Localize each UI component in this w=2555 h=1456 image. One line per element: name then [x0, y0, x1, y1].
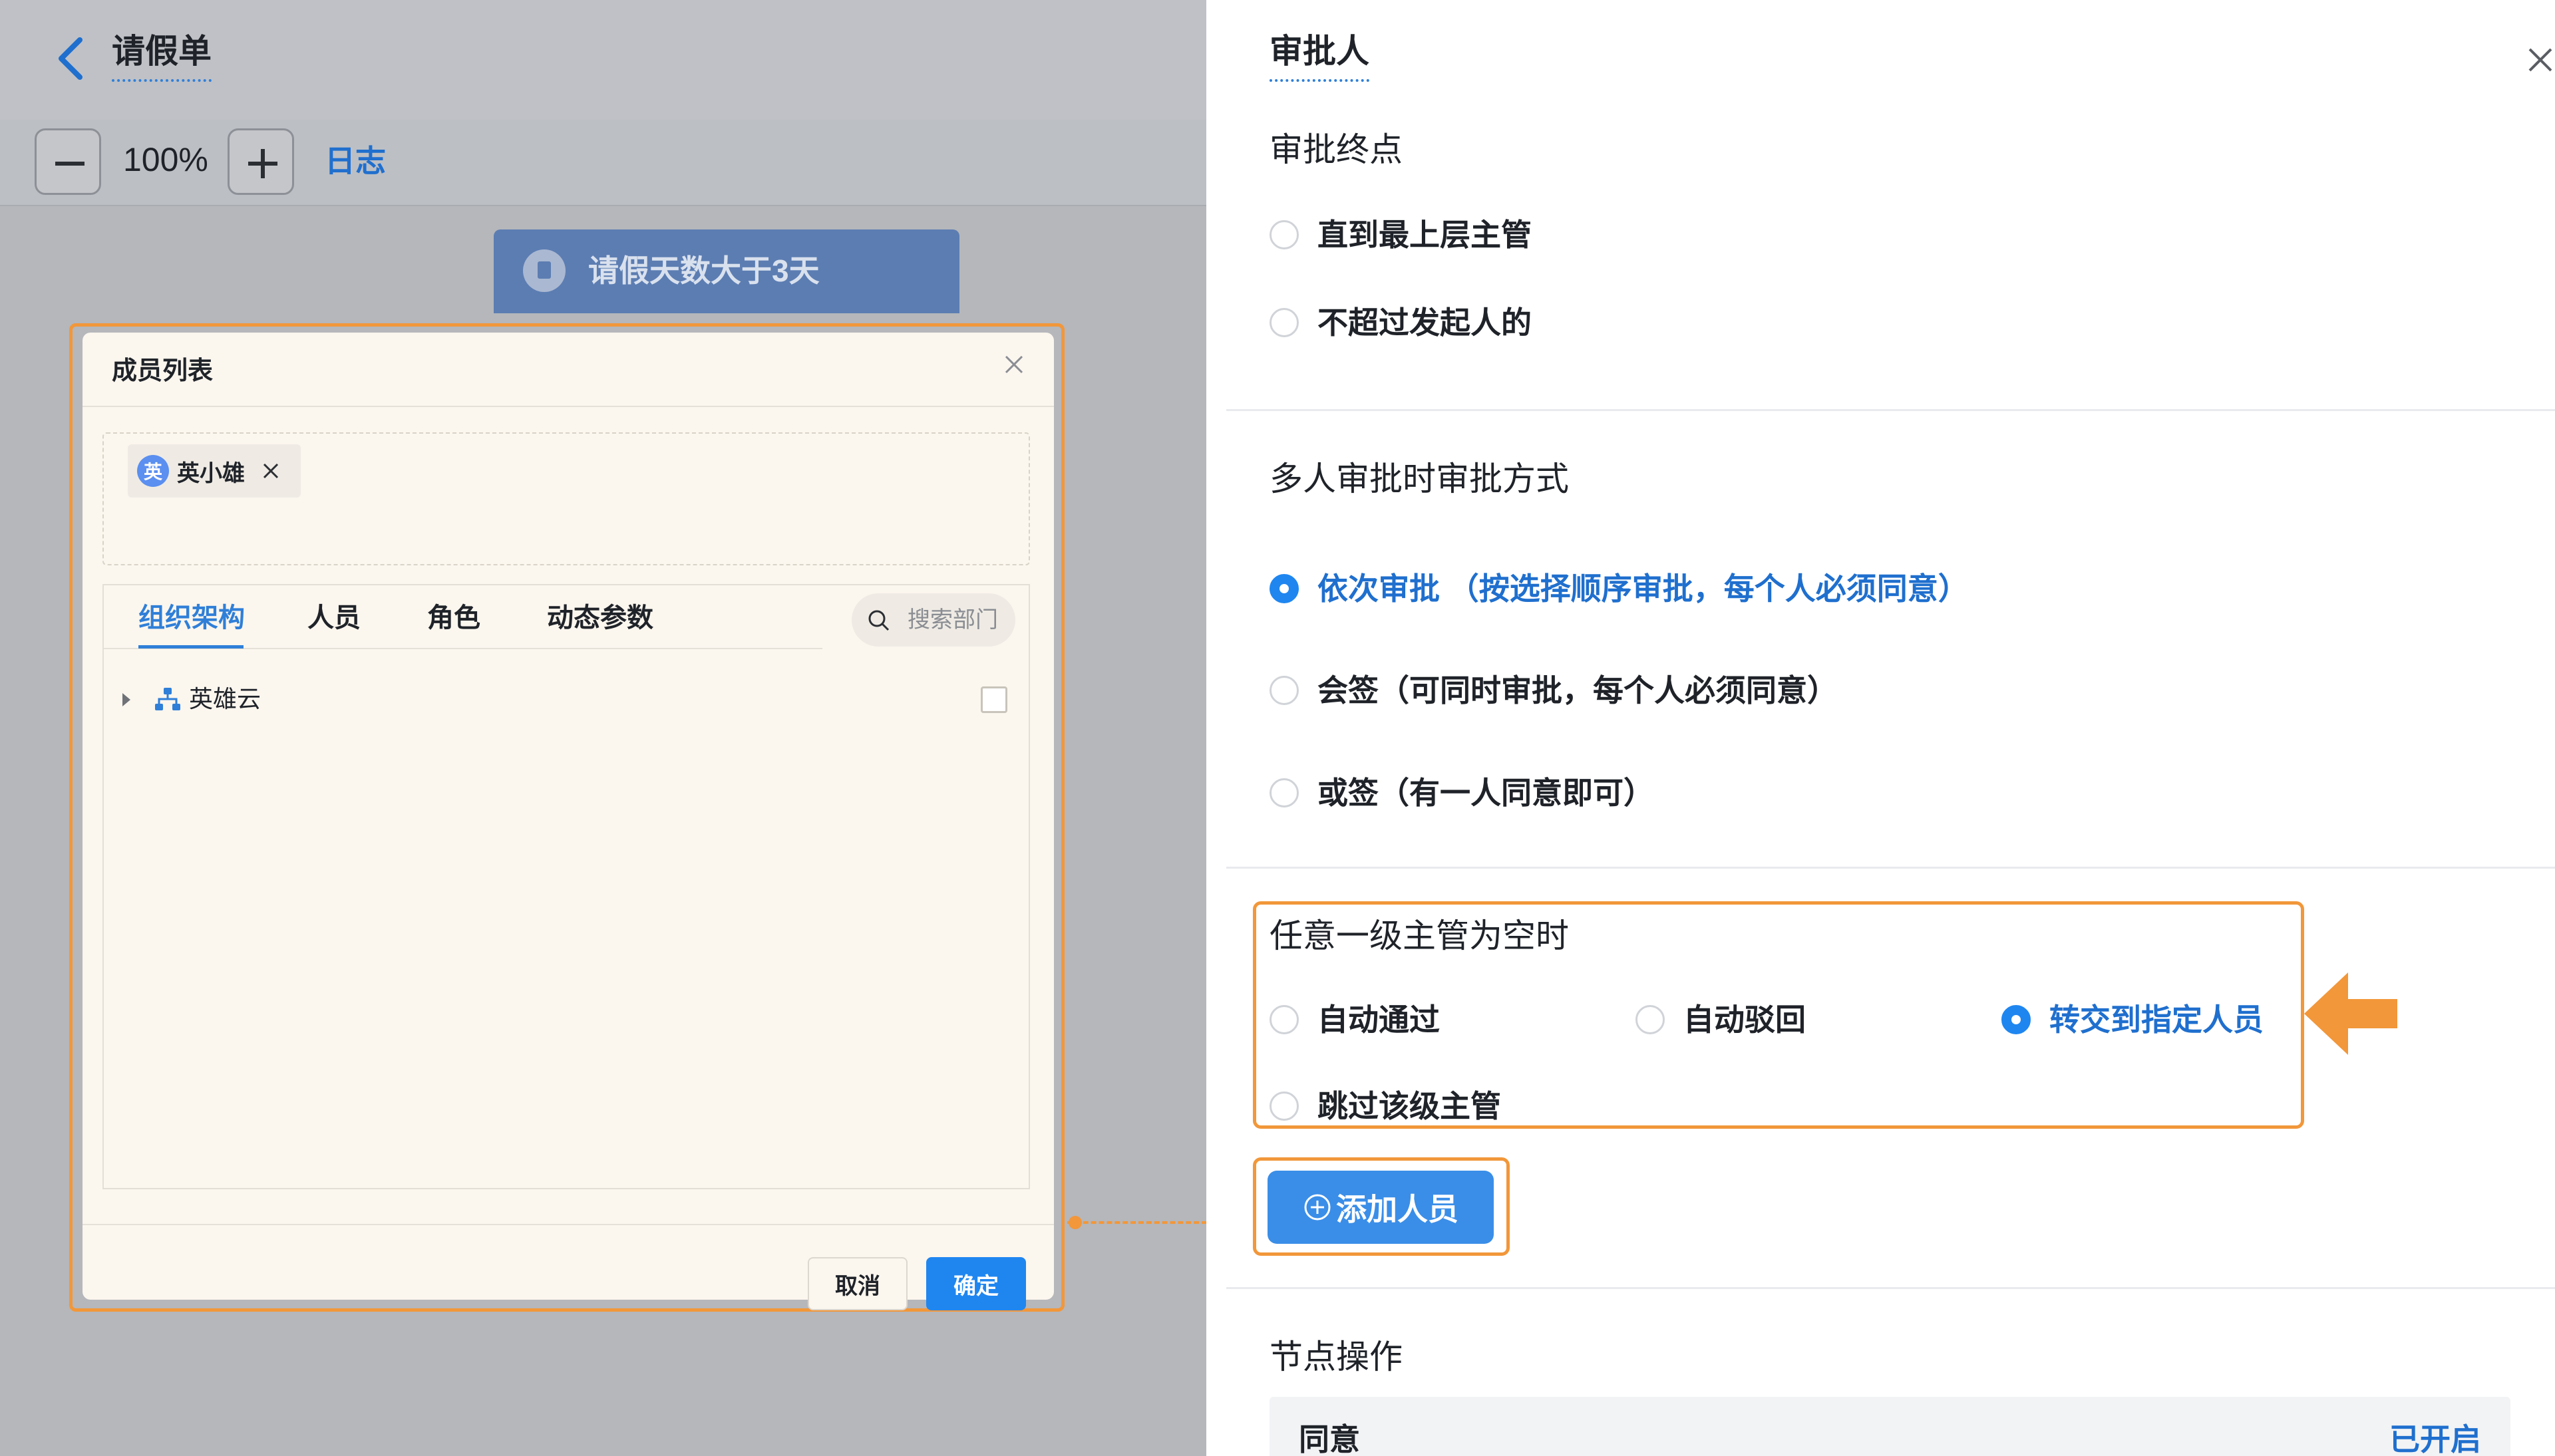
section-title-empty-manager: 任意一级主管为空时 [1270, 917, 1569, 954]
search-placeholder: 搜索部门 [908, 607, 998, 633]
radio-selected[interactable] [1270, 574, 1299, 603]
option-skip-level[interactable]: 跳过该级主管 [1270, 1086, 1501, 1126]
option-auto-pass[interactable]: 自动通过 [1270, 1000, 1440, 1040]
option-label: 不超过发起人的 [1317, 305, 1532, 340]
option-label: 依次审批 （按选择顺序审批，每个人必须同意） [1317, 571, 1969, 606]
search-input[interactable]: 搜索部门 [852, 593, 1015, 647]
option-transfer-to-person[interactable]: 转交到指定人员 [2001, 1000, 2264, 1040]
cancel-button[interactable]: 取消 [808, 1257, 908, 1310]
option-label: 或签（有一人同意即可） [1317, 776, 1654, 810]
radio[interactable] [1270, 1005, 1299, 1034]
add-person-button[interactable]: 添加人员 [1268, 1171, 1494, 1244]
option-top-manager[interactable]: 直到最上层主管 [1270, 215, 1532, 255]
selected-members-area: 英 英小雄 [102, 432, 1030, 565]
radio[interactable] [1635, 1005, 1665, 1034]
divider [1226, 409, 2555, 411]
tab-dynamic-params[interactable]: 动态参数 [547, 599, 653, 637]
zoom-in-button[interactable] [228, 128, 294, 195]
radio[interactable] [1270, 1092, 1299, 1121]
radio[interactable] [1270, 778, 1299, 807]
close-icon[interactable] [1001, 351, 1027, 378]
option-label: 会签（可同时审批，每个人必须同意） [1317, 673, 1838, 708]
tree-node-checkbox[interactable] [981, 686, 1007, 713]
member-picker: 组织架构 人员 角色 动态参数 搜索部门 英雄云 [102, 584, 1030, 1189]
divider [1226, 867, 2555, 869]
option-label: 自动驳回 [1683, 1002, 1806, 1037]
option-not-exceed-initiator[interactable]: 不超过发起人的 [1270, 303, 1532, 343]
option-auto-reject[interactable]: 自动驳回 [1635, 1000, 1806, 1040]
radio-selected[interactable] [2001, 1005, 2031, 1034]
add-person-label: 添加人员 [1336, 1192, 1458, 1227]
minus-icon [55, 162, 85, 166]
option-label: 自动通过 [1317, 1002, 1440, 1037]
dialog-title: 成员列表 [112, 357, 214, 385]
plus-icon [248, 149, 277, 178]
tab-roles[interactable]: 角色 [427, 599, 480, 637]
page-title: 请假单 [112, 30, 212, 82]
tree-node-label[interactable]: 英雄云 [189, 682, 261, 716]
option-label: 直到最上层主管 [1317, 218, 1532, 252]
approver-settings-panel: 审批人 审批终点 直到最上层主管 不超过发起人的 多人审批时审批方式 依次审批 … [1226, 0, 2555, 1456]
condition-node[interactable]: 请假天数大于3天 [494, 229, 959, 313]
pointer-arrow-icon [2304, 972, 2397, 1055]
option-label: 跳过该级主管 [1317, 1089, 1501, 1123]
node-op-name: 同意 [1299, 1422, 1360, 1456]
log-link[interactable]: 日志 [325, 141, 386, 181]
section-title-approval-end: 审批终点 [1270, 131, 1403, 168]
node-op-row[interactable]: 同意 已开启 [1270, 1397, 2510, 1456]
avatar: 英 [137, 455, 169, 487]
remove-icon[interactable] [261, 461, 281, 481]
panel-title: 审批人 [1270, 30, 1369, 82]
section-title-node-ops: 节点操作 [1270, 1338, 1403, 1376]
radio[interactable] [1270, 676, 1299, 705]
zoom-out-button[interactable] [35, 128, 101, 195]
callout-dot [1069, 1216, 1082, 1229]
member-chip-name: 英小雄 [177, 460, 245, 486]
section-title-multi-approval: 多人审批时审批方式 [1270, 460, 1569, 498]
tab-org-structure[interactable]: 组织架构 [138, 599, 245, 637]
condition-node-label: 请假天数大于3天 [588, 253, 820, 288]
node-op-status[interactable]: 已开启 [2389, 1419, 2481, 1456]
confirm-button[interactable]: 确定 [926, 1257, 1026, 1310]
option-countersign[interactable]: 会签（可同时审批，每个人必须同意） [1270, 670, 1838, 710]
callout-connector [1067, 1221, 1206, 1224]
tab-people[interactable]: 人员 [307, 599, 361, 637]
search-icon [868, 610, 890, 631]
member-list-dialog: 成员列表 英 英小雄 组织架构 人员 角色 动态参数 搜索部门 英雄云 取消 确… [83, 333, 1054, 1310]
radio[interactable] [1270, 220, 1299, 249]
divider [83, 1224, 1054, 1225]
member-chip: 英 英小雄 [128, 444, 301, 498]
divider [83, 406, 1054, 407]
active-tab-indicator [138, 645, 244, 649]
flow-canvas: 请假单 100% 日志 请假天数大于3天 成员列表 英 英小雄 组织架构 人员 … [0, 0, 1206, 1456]
zoom-level: 100% [123, 141, 208, 178]
document-icon [523, 249, 566, 292]
close-icon[interactable] [2526, 45, 2555, 74]
option-or-sign[interactable]: 或签（有一人同意即可） [1270, 773, 1654, 813]
expand-arrow-icon[interactable] [122, 693, 130, 706]
radio[interactable] [1270, 308, 1299, 337]
back-arrow-icon[interactable] [52, 35, 92, 82]
plus-circle-icon [1304, 1194, 1331, 1221]
org-tree-icon [155, 688, 180, 710]
option-label: 转交到指定人员 [2049, 1002, 2264, 1037]
option-sequential[interactable]: 依次审批 （按选择顺序审批，每个人必须同意） [1270, 569, 1969, 609]
divider [1226, 1287, 2555, 1289]
